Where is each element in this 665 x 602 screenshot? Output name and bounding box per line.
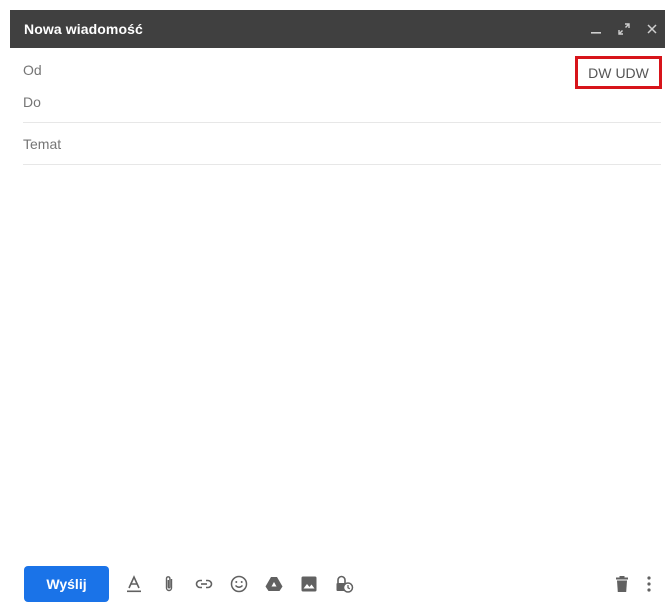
photo-icon[interactable]	[297, 572, 321, 596]
bcc-link[interactable]: UDW	[615, 65, 648, 81]
more-options-icon[interactable]	[640, 572, 658, 596]
format-text-icon[interactable]	[122, 572, 146, 596]
message-body[interactable]	[23, 168, 661, 558]
drive-icon[interactable]	[262, 572, 286, 596]
compose-title: Nowa wiadomość	[24, 21, 143, 37]
to-row[interactable]: Do	[23, 90, 661, 123]
subject-row[interactable]: Temat	[23, 132, 661, 165]
cc-link[interactable]: DW	[588, 65, 611, 81]
minimize-icon[interactable]	[585, 18, 607, 40]
compose-toolbar: Wyślij	[0, 566, 665, 602]
emoji-icon[interactable]	[227, 572, 251, 596]
attach-icon[interactable]	[157, 572, 181, 596]
trash-icon[interactable]	[610, 572, 634, 596]
compose-titlebar[interactable]: Nowa wiadomość	[10, 10, 665, 48]
compose-window: Nowa wiadomość Od DW UDW Do Temat Wyślij	[0, 0, 665, 602]
expand-icon[interactable]	[613, 18, 635, 40]
cc-bcc-links: DW UDW	[575, 56, 662, 89]
window-controls	[579, 10, 663, 48]
from-label: Od	[23, 62, 42, 78]
close-icon[interactable]	[641, 18, 663, 40]
from-row[interactable]: Od	[23, 58, 661, 82]
to-label: Do	[23, 94, 41, 110]
link-icon[interactable]	[192, 572, 216, 596]
send-button[interactable]: Wyślij	[24, 566, 109, 602]
subject-label: Temat	[23, 136, 62, 152]
confidential-mode-icon[interactable]	[332, 572, 356, 596]
